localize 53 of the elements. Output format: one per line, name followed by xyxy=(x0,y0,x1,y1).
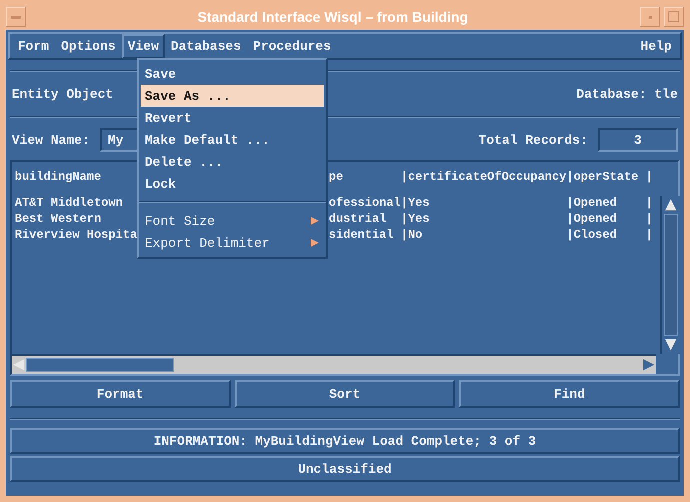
table-cell: |Opened xyxy=(566,212,618,226)
column-header: pe xyxy=(329,170,344,184)
scroll-down-icon[interactable] xyxy=(664,338,678,352)
table-cell: Best Western xyxy=(15,212,102,226)
database-label: Database: tle xyxy=(576,86,678,102)
table-cell: | xyxy=(646,228,654,242)
menu[interactable]: Databases xyxy=(165,34,248,58)
classification-bar: Unclassified xyxy=(10,456,680,482)
column-header: | xyxy=(646,170,654,184)
table-cell: |Yes xyxy=(401,196,430,210)
window-title: Standard Interface Wisql – from Building xyxy=(196,9,470,25)
menu-item[interactable]: Make Default ... xyxy=(141,129,324,151)
horizontal-scrollbar[interactable] xyxy=(12,354,656,374)
table-cell: AT&T Middletown xyxy=(15,196,124,210)
toolbar-button[interactable]: Format xyxy=(10,380,231,408)
table-cell: ofessional xyxy=(329,196,402,210)
toolbar-button[interactable]: Sort xyxy=(234,380,456,408)
scroll-up-icon[interactable] xyxy=(664,198,678,212)
table-cell: | xyxy=(646,212,654,226)
menu[interactable]: Options xyxy=(55,34,122,58)
column-header: |operState xyxy=(566,170,639,184)
menu-item[interactable]: Font Size xyxy=(141,210,324,232)
menu-item[interactable]: Lock xyxy=(141,173,324,195)
maximize-icon[interactable] xyxy=(668,11,680,23)
menu[interactable]: Procedures xyxy=(247,34,338,58)
table-cell: dustrial xyxy=(329,212,387,226)
window-menu-icon[interactable] xyxy=(11,16,21,18)
entity-label: Entity Object xyxy=(12,86,114,102)
total-records-field[interactable]: 3 xyxy=(598,128,678,152)
table-cell: Riverview Hospita xyxy=(15,228,138,242)
table-cell: |Closed xyxy=(566,228,618,242)
menu-item[interactable]: Save As ... xyxy=(141,85,324,107)
menu-item[interactable]: Save xyxy=(141,63,324,85)
table-cell: |Opened xyxy=(566,196,618,210)
submenu-arrow-icon[interactable] xyxy=(310,238,320,248)
column-header: |certificateOfOccupancy xyxy=(401,170,567,184)
submenu-arrow-icon[interactable] xyxy=(310,216,320,226)
information-bar: INFORMATION: MyBuildingView Load Complete; 3 of 3 xyxy=(10,428,680,454)
scroll-right-icon[interactable] xyxy=(642,358,656,372)
menu[interactable]: Help xyxy=(634,34,678,58)
menu[interactable]: Form xyxy=(12,34,56,58)
column-header: buildingName xyxy=(15,170,102,184)
minimize-icon[interactable] xyxy=(648,16,652,18)
table-cell: |No xyxy=(401,228,423,242)
menu-item[interactable]: Revert xyxy=(141,107,324,129)
table-cell: sidential xyxy=(329,228,394,242)
menu-item[interactable]: Export Delimiter xyxy=(141,232,324,254)
total-records-label: Total Records: xyxy=(478,132,588,148)
view-name-label: View Name: xyxy=(12,132,90,148)
table-cell: | xyxy=(646,196,654,210)
toolbar-button[interactable]: Find xyxy=(459,380,680,408)
menu-item[interactable]: Delete ... xyxy=(141,151,324,173)
table-cell: |Yes xyxy=(401,212,430,226)
